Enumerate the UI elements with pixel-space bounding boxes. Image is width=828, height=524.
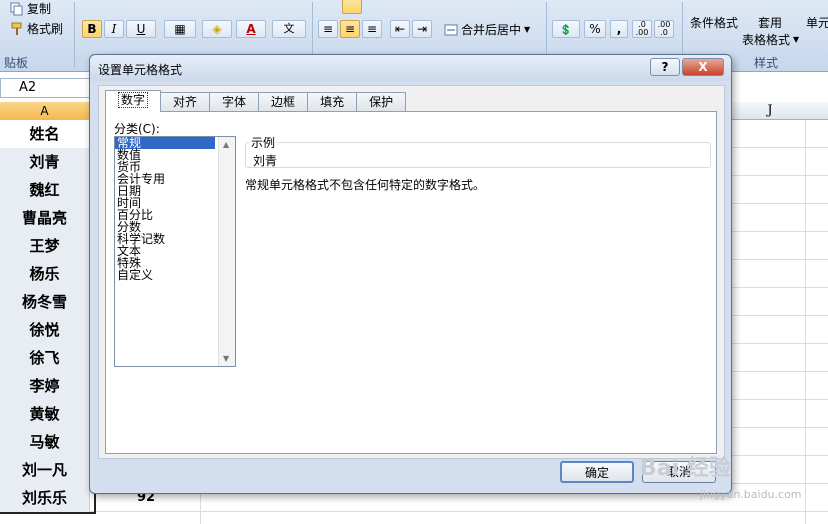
underline-button[interactable]: U (126, 20, 156, 38)
tab-0[interactable]: 数字 (105, 90, 162, 112)
column-header-a[interactable]: A (0, 102, 90, 120)
merge-center-button[interactable]: 合并后居中 ▼ (444, 21, 530, 38)
align-center-button[interactable]: ≡ (340, 20, 360, 38)
format-painter-button[interactable]: 格式刷 (10, 20, 63, 37)
tab-label: 数字 (118, 92, 149, 108)
scroll-down-icon[interactable]: ▼ (223, 354, 229, 363)
category-label: 分类(C): (114, 122, 160, 136)
align-left-button[interactable]: ≡ (318, 20, 338, 38)
tab-label: 边框 (271, 95, 296, 109)
copy-icon (10, 2, 24, 16)
tab-4[interactable]: 填充 (307, 92, 358, 112)
name-box[interactable]: A2 (0, 78, 90, 98)
cell-a[interactable]: 马敏 (0, 428, 90, 456)
tab-2[interactable]: 字体 (209, 92, 260, 112)
align-left-icon: ≡ (322, 22, 334, 36)
cell-a[interactable]: 黄敏 (0, 400, 90, 428)
comma-button[interactable]: , (610, 20, 628, 38)
increase-indent-button[interactable]: ⇥ (412, 20, 432, 38)
cell-a[interactable]: 刘一凡 (0, 456, 90, 484)
category-listbox[interactable]: 常规 数值 货币 会计专用 日期 时间 百分比 分数 科学记数 文本 特殊 自定义 ▲ ▼ (114, 136, 236, 367)
dialog-tabs: 数字 对齐 字体 边框 填充 保护 (105, 90, 407, 112)
help-button[interactable]: ? (650, 58, 680, 76)
format-cells-dialog: 设置单元格格式 ? X 数字 对齐 字体 边框 填充 保护 分类(C): 常规 数值 货币 会计… (89, 54, 732, 494)
category-scrollbar[interactable]: ▲ ▼ (218, 137, 235, 366)
decrease-indent-button[interactable]: ⇤ (390, 20, 410, 38)
group-separator (74, 2, 75, 68)
list-item[interactable]: 自定义 (115, 269, 215, 281)
chevron-down-icon: ▼ (793, 35, 800, 44)
font-color-button[interactable]: A (236, 20, 266, 38)
chevron-down-icon: ▼ (524, 25, 531, 34)
tab-1[interactable]: 对齐 (160, 92, 211, 112)
dialog-title: 设置单元格格式 (98, 63, 183, 77)
decrease-decimal-button[interactable]: .00.0 (654, 20, 674, 38)
watermark-url: jingyan.baidu.com (700, 488, 802, 501)
cell-a[interactable]: 曹晶亮 (0, 204, 90, 232)
fill-color-button[interactable]: ◈ (202, 20, 232, 38)
align-right-button[interactable]: ≡ (362, 20, 382, 38)
decrease-indent-icon: ⇤ (394, 22, 406, 36)
cell-a[interactable]: 李婷 (0, 372, 90, 400)
cell-a[interactable]: 王梦 (0, 232, 90, 260)
watermark-logo: Bai 经验 (640, 456, 731, 481)
format-description: 常规单元格格式不包含任何特定的数字格式。 (245, 178, 486, 192)
bold-button[interactable]: B (82, 20, 102, 38)
clipboard-group-label: 贴板 (4, 56, 29, 70)
sample-groupbox (245, 142, 711, 168)
number-tab-panel: 分类(C): 常规 数值 货币 会计专用 日期 时间 百分比 分数 科学记数 文本 特殊 自定义 ▲ … (105, 111, 717, 454)
cell-a[interactable]: 徐悦 (0, 316, 90, 344)
sample-value: 刘青 (253, 154, 278, 168)
sample-label: 示例 (249, 134, 278, 151)
increase-decimal-icon: .0.00 (635, 20, 649, 37)
merge-icon (444, 23, 458, 37)
scroll-up-icon[interactable]: ▲ (223, 140, 229, 149)
border-button[interactable]: ▦ (164, 20, 196, 38)
cell-styles-button[interactable]: 单元 (806, 14, 828, 31)
merge-center-label: 合并后居中 (461, 23, 522, 37)
cell-a[interactable]: 刘青 (0, 148, 90, 176)
phonetic-button[interactable]: 文 (272, 20, 306, 38)
cell-a[interactable]: 杨冬雪 (0, 288, 90, 316)
percent-button[interactable]: % (584, 20, 606, 38)
paintbrush-icon (10, 22, 24, 36)
italic-button[interactable]: I (104, 20, 124, 38)
styles-group-label: 样式 (754, 56, 779, 70)
table-format-top[interactable]: 套用 (758, 14, 782, 31)
ok-button[interactable]: 确定 (560, 461, 634, 483)
format-painter-label: 格式刷 (27, 22, 64, 36)
currency-icon: 💲 (559, 25, 573, 36)
align-right-icon: ≡ (366, 22, 378, 36)
align-center-icon: ≡ (344, 22, 356, 36)
tab-label: 字体 (222, 95, 247, 109)
border-icon: ▦ (174, 22, 186, 36)
tab-label: 保护 (369, 95, 394, 109)
increase-decimal-button[interactable]: .0.00 (632, 20, 652, 38)
cell-a[interactable]: 姓名 (0, 120, 90, 148)
cell-a[interactable]: 刘乐乐 (0, 484, 90, 512)
tab-label: 对齐 (173, 95, 198, 109)
tab-5[interactable]: 保护 (356, 92, 407, 112)
fill-bucket-icon: ◈ (212, 22, 222, 36)
accounting-format-button[interactable]: 💲 (552, 20, 580, 38)
cell-a[interactable]: 徐飞 (0, 344, 90, 372)
conditional-format-label: 条件格式 (690, 16, 739, 30)
cell-a[interactable]: 魏红 (0, 176, 90, 204)
column-header-j[interactable]: J (735, 102, 805, 120)
copy-label: 复制 (27, 2, 52, 16)
align-center-top-button[interactable] (342, 0, 362, 14)
increase-indent-icon: ⇥ (416, 22, 428, 36)
tab-3[interactable]: 边框 (258, 92, 309, 112)
tab-label: 填充 (320, 95, 345, 109)
table-format-button[interactable]: 表格格式 ▼ (742, 31, 799, 48)
cell-a[interactable]: 杨乐 (0, 260, 90, 288)
close-button[interactable]: X (682, 58, 724, 76)
table-format-label: 表格格式 (742, 33, 791, 47)
conditional-format-button[interactable]: 条件格式 (690, 14, 738, 31)
dialog-titlebar[interactable]: 设置单元格格式 ? X (90, 55, 731, 81)
decrease-decimal-icon: .00.0 (657, 20, 671, 37)
dialog-content: 数字 对齐 字体 边框 填充 保护 分类(C): 常规 数值 货币 会计专用 日期 时间 百分比 分数科… (98, 85, 725, 459)
copy-button[interactable]: 复制 (10, 0, 51, 17)
